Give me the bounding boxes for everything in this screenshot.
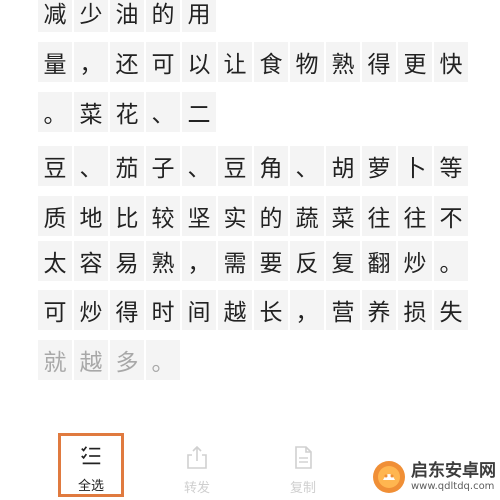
select-all-label: 全选	[77, 479, 104, 494]
text-char[interactable]: 营	[326, 290, 360, 330]
text-char[interactable]: 得	[362, 42, 396, 82]
text-char[interactable]: 越	[74, 340, 108, 380]
text-line: 。菜花、二	[38, 92, 218, 142]
text-char[interactable]: 地	[74, 196, 108, 236]
text-char[interactable]: 量	[38, 42, 72, 82]
text-line: 质地比较坚实的蔬菜往往不	[38, 196, 470, 246]
forward-button[interactable]: 转发	[164, 436, 230, 500]
watermark: 启东安卓网 www.qdltdq.com	[372, 460, 496, 494]
text-char[interactable]: 豆	[218, 146, 252, 186]
text-char[interactable]: 就	[38, 340, 72, 380]
text-char[interactable]: ，	[290, 290, 324, 330]
document-icon	[295, 446, 312, 469]
text-char[interactable]: 。	[434, 241, 468, 281]
text-char[interactable]: 以	[182, 42, 216, 82]
copy-label: 复制	[289, 481, 316, 496]
watermark-url: www.qdltdq.com	[411, 480, 495, 492]
text-char[interactable]: 容	[74, 241, 108, 281]
text-char[interactable]: 蔬	[290, 196, 324, 236]
text-char[interactable]: 熟	[326, 42, 360, 82]
text-line: 减少油的用	[38, 0, 218, 42]
text-char[interactable]: 角	[254, 146, 288, 186]
text-char[interactable]: 要	[254, 241, 288, 281]
text-char[interactable]: 可	[38, 290, 72, 330]
text-char[interactable]: 太	[38, 241, 72, 281]
text-char[interactable]: 的	[254, 196, 288, 236]
watermark-title: 启东安卓网	[411, 461, 496, 482]
copy-button[interactable]: 复制	[270, 436, 336, 500]
text-char[interactable]: 较	[146, 196, 180, 236]
text-line: 豆、茄子、豆角、胡萝卜等	[38, 146, 470, 196]
text-char[interactable]: 往	[398, 196, 432, 236]
text-char[interactable]: 菜	[326, 196, 360, 236]
text-char[interactable]: 实	[218, 196, 252, 236]
text-char[interactable]: 损	[398, 290, 432, 330]
text-char[interactable]: 花	[110, 92, 144, 132]
text-char[interactable]: 往	[362, 196, 396, 236]
text-char[interactable]: 失	[434, 290, 468, 330]
text-char[interactable]: 萝	[362, 146, 396, 186]
text-line: 可炒得时间越长，营养损失	[38, 290, 470, 340]
text-char[interactable]: 的	[146, 0, 180, 32]
checklist-icon	[81, 446, 101, 465]
text-char[interactable]: 卜	[398, 146, 432, 186]
text-char[interactable]: 熟	[146, 241, 180, 281]
text-char[interactable]: 、	[146, 92, 180, 132]
text-char[interactable]: 得	[110, 290, 144, 330]
text-char[interactable]: 、	[182, 146, 216, 186]
forward-label: 转发	[183, 481, 210, 496]
text-char[interactable]: 时	[146, 290, 180, 330]
bottom-toolbar: 全选 转发 复制 启东安卓网 www.qdltdq.com	[0, 430, 500, 500]
text-char[interactable]: 复	[326, 241, 360, 281]
text-char[interactable]: 二	[182, 92, 216, 132]
text-char[interactable]: 炒	[398, 241, 432, 281]
text-char[interactable]: 多	[110, 340, 144, 380]
select-all-button[interactable]: 全选	[58, 433, 124, 497]
text-char[interactable]: ，	[74, 42, 108, 82]
text-char[interactable]: 不	[434, 196, 468, 236]
text-char[interactable]: 快	[434, 42, 468, 82]
text-char[interactable]: 胡	[326, 146, 360, 186]
text-char[interactable]: 需	[218, 241, 252, 281]
text-char[interactable]: 。	[38, 92, 72, 132]
text-char[interactable]: 。	[146, 340, 180, 380]
text-line: 太容易熟，需要反复翻炒。	[38, 241, 470, 291]
text-char[interactable]: 豆	[38, 146, 72, 186]
watermark-logo-icon	[373, 461, 405, 493]
text-char[interactable]: 还	[110, 42, 144, 82]
text-char[interactable]: 子	[146, 146, 180, 186]
text-line: 量，还可以让食物熟得更快	[38, 42, 470, 92]
text-char[interactable]: ，	[182, 241, 216, 281]
text-char[interactable]: 更	[398, 42, 432, 82]
text-char[interactable]: 、	[74, 146, 108, 186]
text-char[interactable]: 油	[110, 0, 144, 32]
text-char[interactable]: 减	[38, 0, 72, 32]
text-char[interactable]: 反	[290, 241, 324, 281]
text-char[interactable]: 质	[38, 196, 72, 236]
text-char[interactable]: 越	[218, 290, 252, 330]
text-char[interactable]: 少	[74, 0, 108, 32]
text-char[interactable]: 养	[362, 290, 396, 330]
text-char[interactable]: 炒	[74, 290, 108, 330]
text-char[interactable]: 可	[146, 42, 180, 82]
text-char[interactable]: 、	[290, 146, 324, 186]
text-char[interactable]: 食	[254, 42, 288, 82]
text-char[interactable]: 翻	[362, 241, 396, 281]
text-char[interactable]: 菜	[74, 92, 108, 132]
text-char[interactable]: 物	[290, 42, 324, 82]
text-char[interactable]: 等	[434, 146, 468, 186]
text-char[interactable]: 比	[110, 196, 144, 236]
share-icon	[187, 445, 207, 469]
text-char[interactable]: 易	[110, 241, 144, 281]
text-char[interactable]: 坚	[182, 196, 216, 236]
text-char[interactable]: 让	[218, 42, 252, 82]
text-line: 就越多。	[38, 340, 182, 390]
text-char[interactable]: 茄	[110, 146, 144, 186]
text-char[interactable]: 间	[182, 290, 216, 330]
text-char[interactable]: 用	[182, 0, 216, 32]
text-char[interactable]: 长	[254, 290, 288, 330]
